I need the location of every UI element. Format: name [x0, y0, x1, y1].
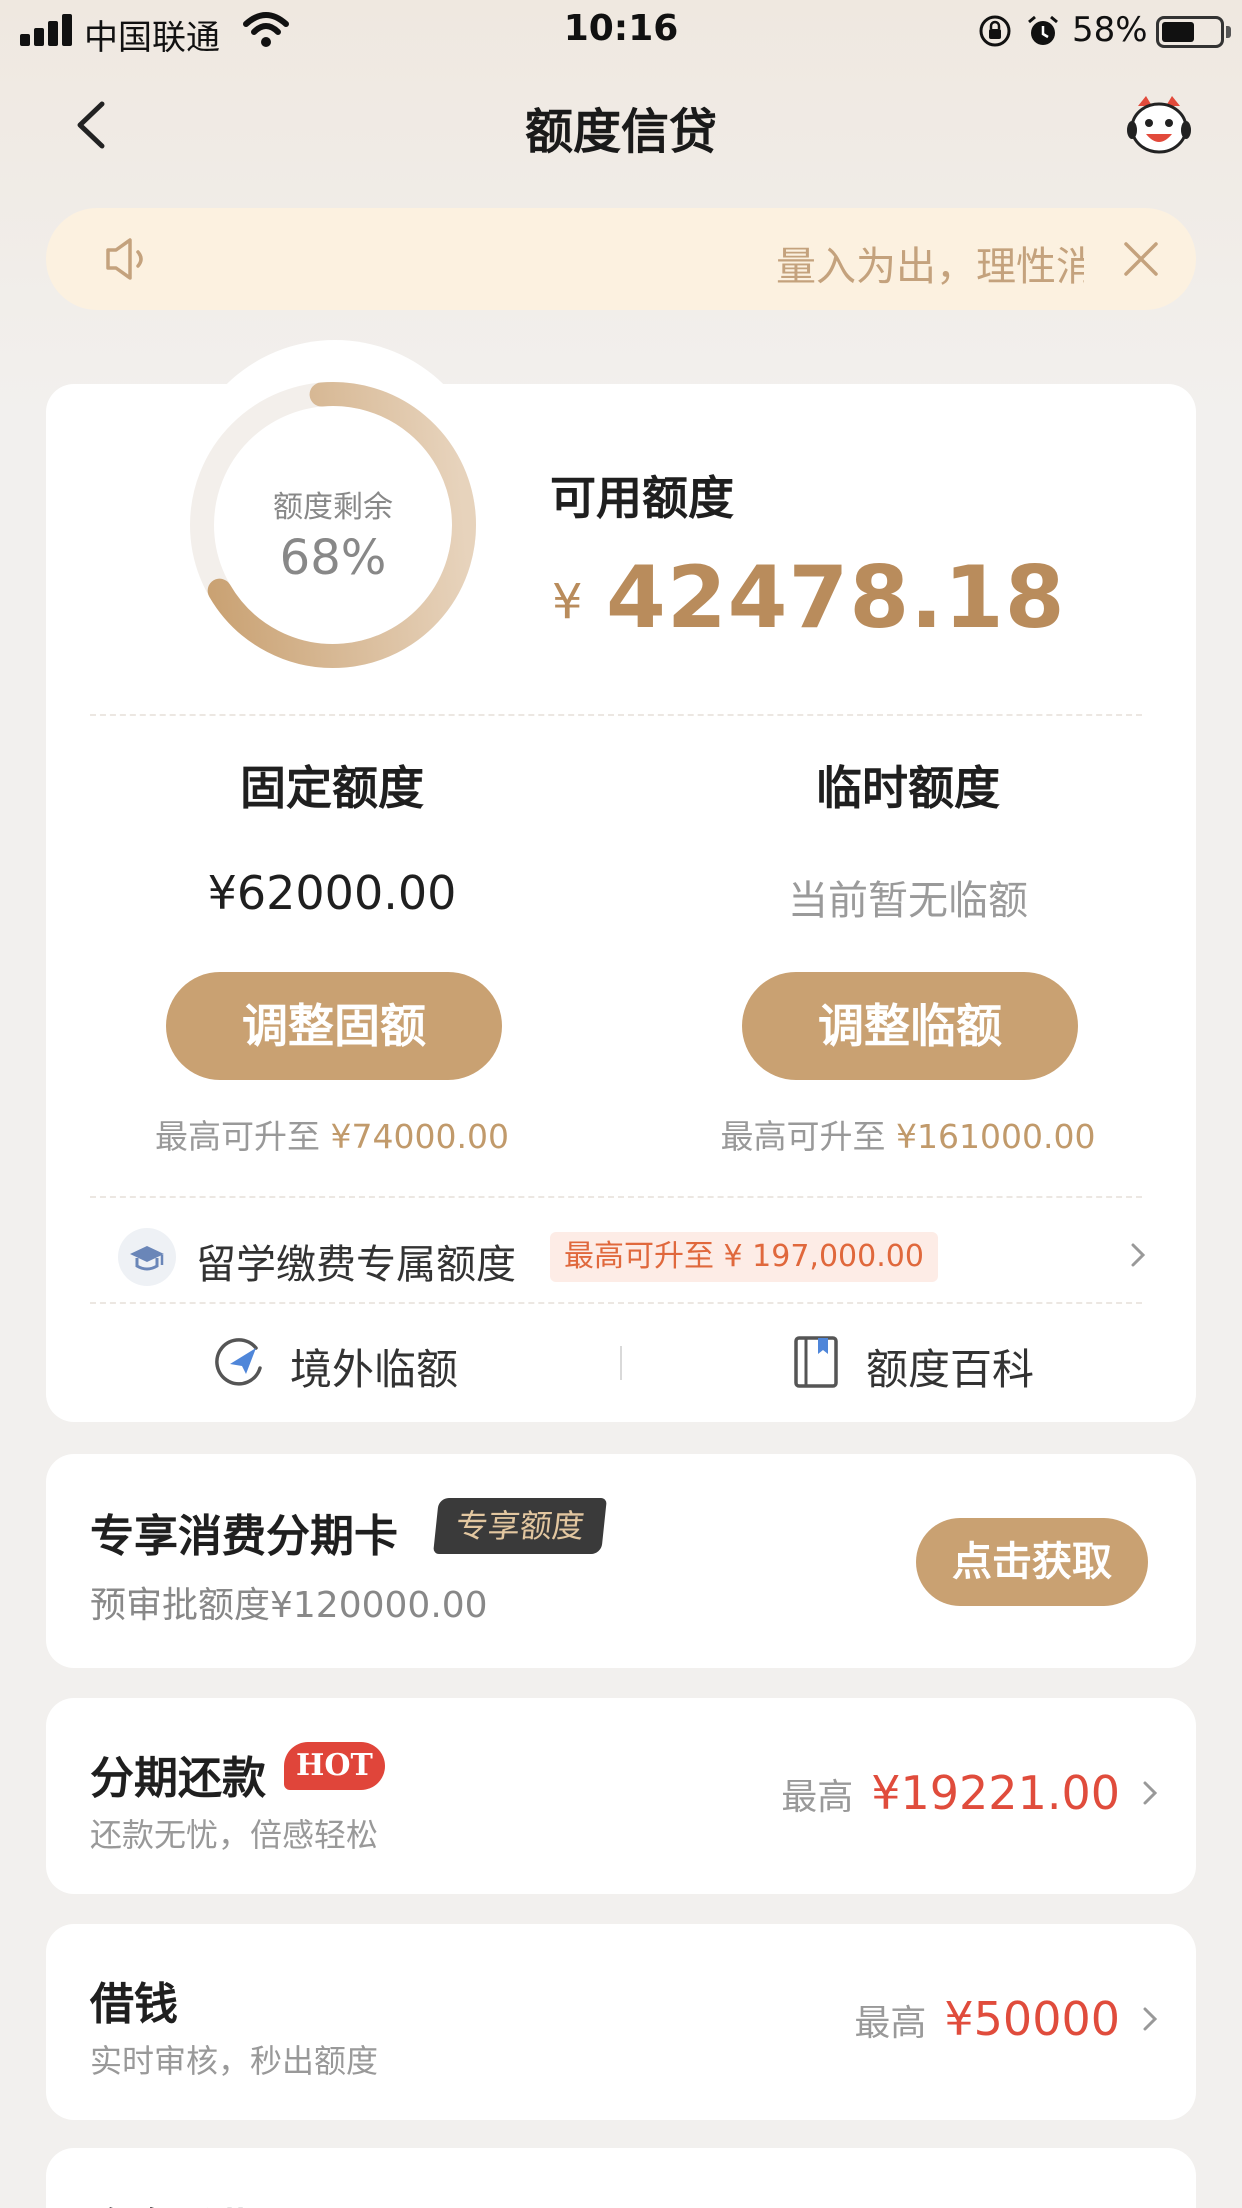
ring-percent: 68% — [279, 530, 387, 586]
divider — [90, 1302, 1142, 1304]
temporary-credit-hint: 最高可升至 ¥161000.00 — [720, 1117, 1096, 1156]
fixed-credit-hint: 最高可升至 ¥74000.00 — [155, 1117, 509, 1156]
divider — [90, 1196, 1142, 1198]
borrow-money-subtitle: 实时审核，秒出额度 — [90, 2042, 379, 2080]
ring-label: 额度剩余 — [273, 490, 393, 525]
link-separator — [620, 1346, 622, 1380]
installment-card[interactable]: 专享消费分期卡 专享额度 预审批额度¥120000.00 点击获取 — [46, 1454, 1196, 1668]
alarm-icon — [1028, 15, 1058, 45]
fixed-credit-value: ¥62000.00 — [207, 866, 457, 920]
status-bar: 中国联通 10:16 58% — [0, 0, 1242, 62]
plane-globe-icon — [215, 1338, 262, 1386]
hot-badge: HOT — [284, 1742, 385, 1790]
notice-bar[interactable]: 量入为出，理性消费 — [46, 208, 1196, 310]
available-currency: ¥ — [552, 574, 583, 630]
divider — [90, 714, 1142, 716]
credit-encyclopedia-link[interactable]: 额度百科 — [788, 1310, 1108, 1414]
overseas-temporary-link[interactable]: 境外临额 — [212, 1310, 512, 1414]
notice-text: 量入为出，理性消费 — [776, 244, 1084, 290]
installment-repayment-max: 最高 ¥19221.00 — [781, 1766, 1120, 1820]
borrow-money-title: 借钱 — [90, 1979, 178, 2030]
credit-encyclopedia-label: 额度百科 — [866, 1345, 1035, 1394]
close-icon[interactable] — [1122, 240, 1160, 278]
speaker-icon — [106, 238, 143, 280]
exclusive-credit-tag: 专享额度 — [433, 1498, 607, 1554]
study-abroad-credit-row[interactable]: 留学缴费专属额度 最高可升至 ¥ 197,000.00 — [46, 1200, 1196, 1304]
mascot-icon[interactable] — [1126, 92, 1192, 158]
car-installment-title: 汽车分期 — [90, 2194, 266, 2208]
fixed-credit-title: 固定额度 — [240, 761, 424, 815]
page-title: 额度信贷 — [524, 104, 717, 160]
temporary-credit-title: 临时额度 — [816, 761, 1000, 815]
battery-cap — [1226, 26, 1231, 38]
available-credit-label: 可用额度 — [550, 471, 734, 525]
available-credit-amount: 42478.18 — [606, 548, 1066, 648]
graduation-cap-icon — [118, 1228, 176, 1286]
adjust-temporary-button[interactable]: 调整临额 — [742, 972, 1078, 1080]
borrow-money-max: 最高 ¥50000 — [854, 1992, 1120, 2046]
borrow-money-card[interactable]: 借钱 实时审核，秒出额度 最高 ¥50000 — [46, 1924, 1196, 2120]
installment-card-title: 专享消费分期卡 — [90, 1511, 398, 1562]
chevron-right-icon — [1143, 1781, 1158, 1805]
study-abroad-label: 留学缴费专属额度 — [196, 1242, 516, 1288]
temporary-credit-value: 当前暂无临额 — [788, 878, 1028, 924]
overseas-temporary-label: 境外临额 — [290, 1345, 459, 1394]
book-icon — [794, 1336, 838, 1388]
adjust-fixed-button[interactable]: 调整固额 — [166, 972, 502, 1080]
battery-percent: 58% — [1072, 10, 1148, 50]
rotation-lock-icon — [979, 15, 1011, 47]
get-card-button[interactable]: 点击获取 — [916, 1518, 1148, 1606]
quick-links-row: 境外临额 额度百科 — [46, 1310, 1196, 1414]
pre-approved-credit: 预审批额度¥120000.00 — [90, 1585, 488, 1626]
chevron-right-icon — [1143, 2007, 1158, 2031]
study-abroad-tag: 最高可升至 ¥ 197,000.00 — [550, 1232, 938, 1282]
car-installment-card[interactable]: 汽车分期 — [46, 2148, 1196, 2208]
battery-icon — [1156, 16, 1224, 48]
installment-repayment-card[interactable]: 分期还款 HOT 还款无忧，倍感轻松 最高 ¥19221.00 — [46, 1698, 1196, 1894]
navigation-bar: 额度信贷 — [0, 80, 1242, 166]
chevron-right-icon — [1131, 1243, 1146, 1267]
installment-repayment-subtitle: 还款无忧，倍感轻松 — [90, 1816, 379, 1854]
installment-repayment-title: 分期还款 — [90, 1753, 266, 1804]
